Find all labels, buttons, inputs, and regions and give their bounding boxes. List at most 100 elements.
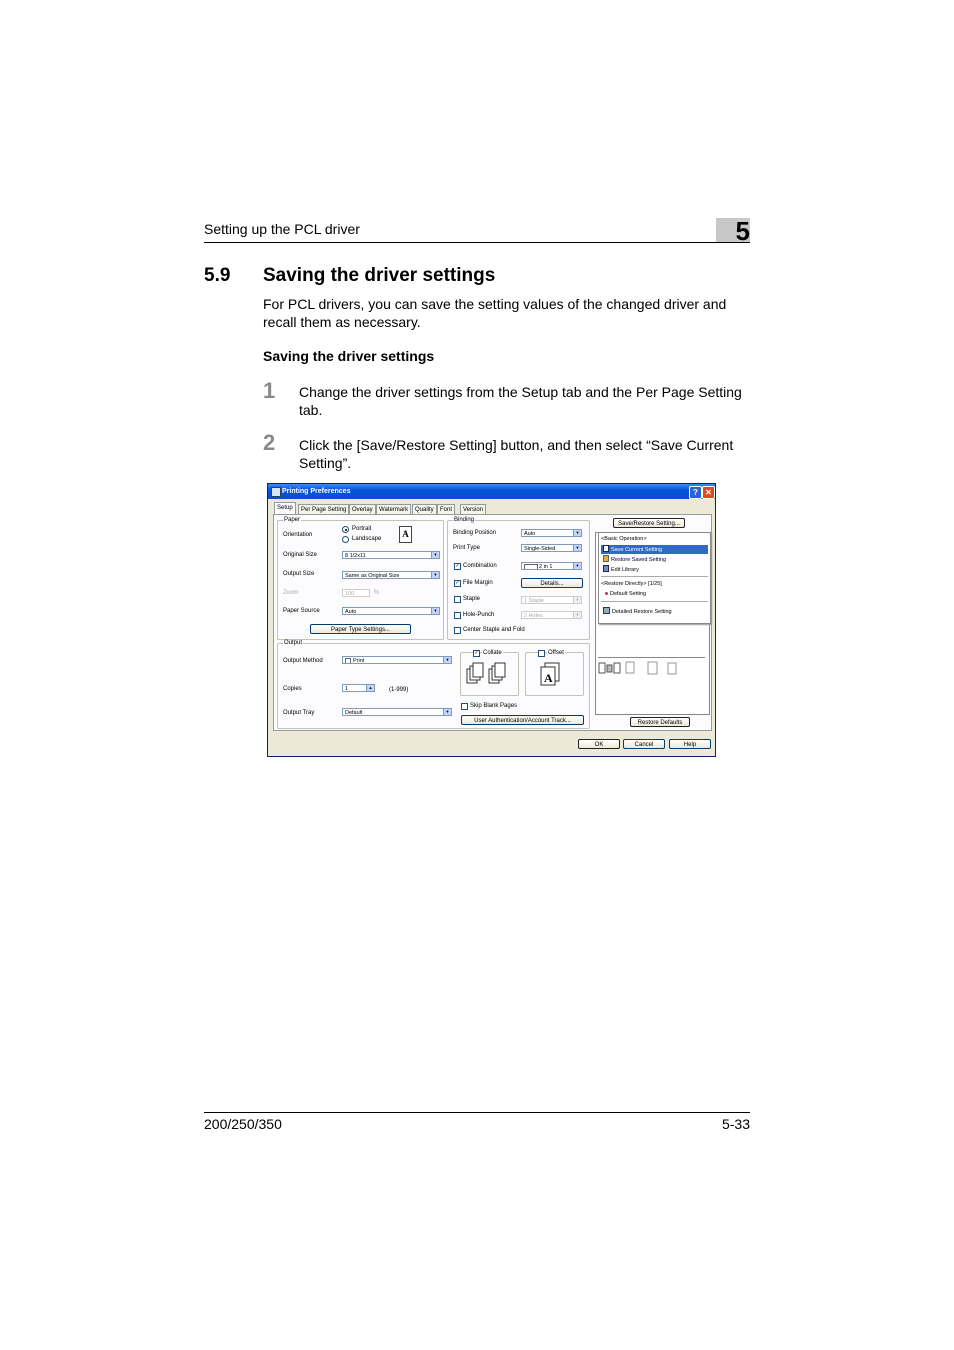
output-tray-select[interactable]: Default ▼ [342, 708, 452, 716]
staple-checkbox[interactable] [454, 596, 461, 603]
zoom-unit: % [374, 590, 380, 596]
subheading: Saving the driver settings [263, 348, 435, 364]
chevron-down-icon: ▼ [573, 597, 581, 603]
output-method-select[interactable]: Print ▼ [342, 656, 452, 664]
save-icon [603, 545, 609, 552]
section-title: Saving the driver settings [263, 265, 496, 286]
page-number: 5-33 [721, 1116, 750, 1132]
menu-item-detailed-restore-setting[interactable]: Detailed Restore Setting [601, 607, 708, 616]
collate-label: Collate [482, 650, 503, 656]
step-line: Change the driver settings from the Setu… [299, 384, 742, 400]
portrait-label: Portrait [352, 526, 372, 532]
orientation-label: Orientation [283, 532, 313, 538]
zoom-input[interactable]: 100 [342, 589, 370, 597]
paper-group: Paper Orientation Portrait Landscape A O… [277, 517, 444, 640]
orientation-preview-icon: A [399, 526, 412, 543]
preview-divider [598, 657, 705, 658]
paper-group-label: Paper [283, 517, 302, 523]
footer-rule [204, 1112, 750, 1113]
staple-label: Staple [463, 596, 481, 602]
file-margin-checkbox[interactable]: ✓ [454, 580, 461, 587]
chevron-down-icon: ▼ [431, 552, 439, 558]
menu-separator [601, 576, 708, 577]
title-bar: Printing Preferences ? ✕ [268, 484, 715, 499]
details-button[interactable]: Details... [521, 578, 583, 588]
paper-type-settings-button[interactable]: Paper Type Settings... [310, 624, 411, 634]
zoom-label: Zoom [283, 590, 299, 596]
binding-group: Binding Binding Position Auto ▼ Print Typ… [447, 517, 590, 640]
menu-header-restore-directly: <Restore Directly> [1/25] [601, 581, 662, 587]
skip-blank-checkbox[interactable] [461, 703, 468, 710]
help-title-button[interactable]: ? [689, 486, 702, 499]
chevron-down-icon: ▼ [431, 572, 439, 578]
chevron-down-icon: ▼ [573, 545, 581, 551]
menu-item-save-current-setting[interactable]: Save Current Setting [601, 545, 708, 554]
step-number: 2 [263, 430, 276, 455]
step-text: Click the [Save/Restore Setting] button,… [299, 436, 733, 472]
spin-arrows-icon: ▲ [366, 685, 374, 691]
output-method-label: Output Method [283, 658, 323, 664]
dialog-title: Printing Preferences [282, 488, 351, 495]
user-auth-button[interactable]: User Authentication/Account Track... [461, 715, 584, 725]
offset-illustration-icon: A [540, 662, 560, 686]
menu-separator [601, 601, 708, 602]
center-staple-label: Center Staple and Fold [463, 627, 525, 633]
library-icon [603, 565, 609, 572]
copies-label: Copies [283, 686, 302, 692]
combination-checkbox[interactable]: ✓ [454, 563, 461, 570]
printing-preferences-dialog: Printing Preferences ? ✕ Setup Per Page … [267, 483, 716, 757]
landscape-label: Landscape [352, 536, 382, 542]
chevron-down-icon: ▼ [573, 530, 581, 536]
output-group-label: Output [283, 640, 304, 646]
output-tray-label: Output Tray [283, 710, 315, 716]
header-rule [204, 242, 750, 243]
binding-position-select[interactable]: Auto ▼ [521, 529, 582, 537]
save-restore-menu: <Basic Operation> Save Current Setting R… [598, 532, 711, 624]
save-restore-setting-button[interactable]: Save/Restore Setting... [613, 518, 685, 528]
offset-box: Offset A [525, 650, 584, 696]
printer-icon [271, 487, 281, 497]
output-size-select[interactable]: Same as Original Size ▼ [342, 571, 440, 579]
staple-select[interactable]: 1 Staple ▼ [521, 596, 582, 604]
footer-models: 200/250/350 [204, 1116, 282, 1132]
menu-header-basic: <Basic Operation> [601, 536, 647, 542]
bullet-icon [605, 592, 608, 595]
original-size-select[interactable]: 8 1/2x11 ▼ [342, 551, 440, 559]
landscape-radio[interactable] [342, 536, 349, 543]
restore-defaults-button[interactable]: Restore Defaults [630, 717, 690, 727]
collate-illustration-icon [466, 662, 506, 684]
menu-item-edit-library[interactable]: Edit Library [601, 565, 708, 574]
copies-range: (1-999) [389, 687, 409, 693]
step-line: tab. [299, 402, 323, 418]
two-pages-icon [524, 564, 538, 569]
copies-stepper[interactable]: 1 ▲ [342, 684, 375, 692]
center-staple-checkbox[interactable] [454, 627, 461, 634]
close-button[interactable]: ✕ [702, 486, 715, 499]
offset-checkbox[interactable] [538, 650, 545, 657]
chevron-down-icon: ▼ [573, 612, 581, 618]
offset-label: Offset [547, 650, 565, 656]
chevron-down-icon: ▼ [443, 709, 451, 715]
menu-item-default-setting[interactable]: Default Setting [601, 590, 708, 599]
cancel-button[interactable]: Cancel [623, 739, 665, 749]
output-group: Output Output Method Print ▼ Copies 1 ▲ (1… [277, 640, 590, 729]
output-size-label: Output Size [283, 571, 315, 577]
paper-source-label: Paper Source [283, 608, 320, 614]
collate-checkbox[interactable]: ✓ [473, 650, 480, 657]
hole-punch-label: Hole-Punch [463, 612, 495, 618]
original-size-label: Original Size [283, 552, 318, 558]
hole-punch-select[interactable]: 2 Holes ▼ [521, 611, 582, 619]
portrait-radio[interactable] [342, 526, 349, 533]
step-number: 1 [263, 378, 276, 403]
binding-position-label: Binding Position [453, 530, 497, 536]
chevron-down-icon: ▼ [431, 608, 439, 614]
hole-punch-checkbox[interactable] [454, 612, 461, 619]
ok-button[interactable]: OK [578, 739, 620, 749]
help-button[interactable]: Help [669, 739, 711, 749]
intro-line: recall them as necessary. [263, 314, 421, 330]
setup-panel: Paper Orientation Portrait Landscape A O… [273, 514, 712, 731]
print-type-select[interactable]: Single-Sided ▼ [521, 544, 582, 552]
paper-source-select[interactable]: Auto ▼ [342, 607, 440, 615]
menu-item-restore-saved-setting[interactable]: Restore Saved Setting [601, 555, 708, 564]
combination-select[interactable]: 2 in 1 ▼ [521, 562, 582, 570]
